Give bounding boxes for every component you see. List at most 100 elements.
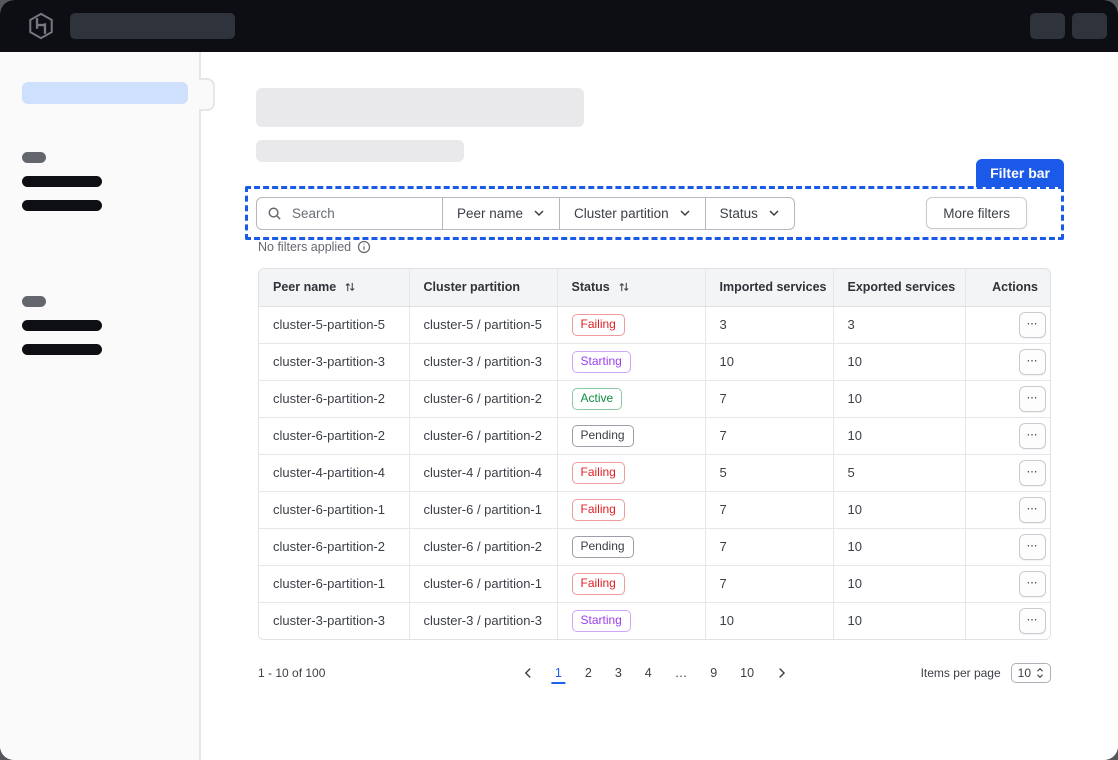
cell-cluster-partition: cluster-3 / partition-3: [409, 343, 557, 380]
filter-dropdown-status[interactable]: Status: [705, 198, 794, 229]
cell-imported-services: 7: [705, 491, 833, 528]
main-content: Filter bar Peer nameCluster partitionSta…: [201, 52, 1118, 760]
page-button-1[interactable]: 1: [551, 663, 566, 684]
ellipsis-icon: ⋯: [1027, 466, 1039, 478]
sidebar-item-placeholder[interactable]: [22, 344, 102, 355]
table-row: cluster-6-partition-1cluster-6 / partiti…: [259, 491, 1051, 528]
no-filters-text: No filters applied: [258, 240, 351, 254]
sidebar-section-label-placeholder: [22, 296, 46, 307]
cell-peer-name: cluster-5-partition-5: [259, 306, 409, 343]
sort-icon[interactable]: [344, 281, 356, 293]
column-header-peer-name[interactable]: Peer name: [259, 269, 409, 306]
filter-dropdown-peer-name[interactable]: Peer name: [442, 198, 559, 229]
cell-status: Pending: [557, 528, 705, 565]
top-nav-placeholder: [70, 13, 235, 39]
pagination-ellipsis: …: [671, 663, 692, 683]
page-button-3[interactable]: 3: [611, 663, 626, 683]
pagination-pages: 1234 … 9 10: [551, 663, 758, 684]
table-row: cluster-6-partition-2cluster-6 / partiti…: [259, 528, 1051, 565]
app-window: Filter bar Peer nameCluster partitionSta…: [0, 0, 1118, 760]
items-per-page-label: Items per page: [921, 666, 1001, 680]
page-button-10[interactable]: 10: [736, 663, 758, 683]
status-badge: Starting: [572, 610, 631, 632]
row-actions-button[interactable]: ⋯: [1019, 571, 1046, 597]
filter-bar-annotation-tag: Filter bar: [976, 159, 1064, 187]
cell-status: Active: [557, 380, 705, 417]
cell-imported-services: 7: [705, 417, 833, 454]
row-actions-button[interactable]: ⋯: [1019, 386, 1046, 412]
cell-status: Starting: [557, 343, 705, 380]
column-header-status[interactable]: Status: [557, 269, 705, 306]
cell-peer-name: cluster-6-partition-2: [259, 528, 409, 565]
cell-actions: ⋯: [965, 491, 1051, 528]
row-actions-button[interactable]: ⋯: [1019, 608, 1046, 634]
cell-status: Pending: [557, 417, 705, 454]
cell-actions: ⋯: [965, 306, 1051, 343]
page-button-4[interactable]: 4: [641, 663, 656, 683]
top-nav-bar: [0, 0, 1118, 52]
cell-exported-services: 10: [833, 528, 965, 565]
cell-status: Starting: [557, 602, 705, 639]
top-nav-action-placeholder: [1072, 13, 1107, 39]
sidebar-active-item-placeholder[interactable]: [22, 82, 188, 104]
ellipsis-icon: ⋯: [1027, 540, 1039, 552]
sidebar-item-placeholder[interactable]: [22, 320, 102, 331]
cell-cluster-partition: cluster-5 / partition-5: [409, 306, 557, 343]
table-header-row: Peer name Cluster partition: [259, 269, 1051, 306]
dropdown-label: Peer name: [457, 206, 523, 221]
row-actions-button[interactable]: ⋯: [1019, 423, 1046, 449]
search-field[interactable]: [257, 198, 442, 229]
cell-peer-name: cluster-6-partition-1: [259, 565, 409, 602]
row-actions-button[interactable]: ⋯: [1019, 497, 1046, 523]
sidebar-collapse-handle[interactable]: [199, 78, 215, 111]
cell-peer-name: cluster-4-partition-4: [259, 454, 409, 491]
chevron-down-icon: [533, 207, 545, 219]
cell-exported-services: 10: [833, 380, 965, 417]
cell-actions: ⋯: [965, 417, 1051, 454]
sidebar-item-placeholder[interactable]: [22, 176, 102, 187]
cell-actions: ⋯: [965, 343, 1051, 380]
sort-icon[interactable]: [618, 281, 630, 293]
cell-actions: ⋯: [965, 528, 1051, 565]
page-button-9[interactable]: 9: [706, 663, 721, 683]
cell-exported-services: 10: [833, 602, 965, 639]
cell-imported-services: 5: [705, 454, 833, 491]
cell-exported-services: 10: [833, 565, 965, 602]
row-actions-button[interactable]: ⋯: [1019, 534, 1046, 560]
row-actions-button[interactable]: ⋯: [1019, 312, 1046, 338]
cell-exported-services: 10: [833, 417, 965, 454]
info-icon[interactable]: [357, 240, 371, 254]
pagination-prev-button[interactable]: [521, 666, 535, 680]
cell-status: Failing: [557, 491, 705, 528]
cell-status: Failing: [557, 306, 705, 343]
cell-exported-services: 3: [833, 306, 965, 343]
ellipsis-icon: ⋯: [1027, 429, 1039, 441]
chevron-down-icon: [679, 207, 691, 219]
cell-imported-services: 7: [705, 565, 833, 602]
page-button-2[interactable]: 2: [581, 663, 596, 683]
cell-imported-services: 7: [705, 380, 833, 417]
cell-cluster-partition: cluster-3 / partition-3: [409, 602, 557, 639]
column-header-cluster-partition[interactable]: Cluster partition: [409, 269, 557, 306]
items-per-page-select[interactable]: 10: [1011, 663, 1051, 683]
cell-peer-name: cluster-3-partition-3: [259, 602, 409, 639]
table-row: cluster-3-partition-3cluster-3 / partiti…: [259, 343, 1051, 380]
cell-cluster-partition: cluster-4 / partition-4: [409, 454, 557, 491]
ellipsis-icon: ⋯: [1027, 355, 1039, 367]
column-header-exported-services[interactable]: Exported services: [833, 269, 965, 306]
more-filters-button[interactable]: More filters: [926, 197, 1027, 229]
pagination-next-button[interactable]: [774, 666, 788, 680]
cell-peer-name: cluster-6-partition-1: [259, 491, 409, 528]
cell-cluster-partition: cluster-6 / partition-2: [409, 380, 557, 417]
column-header-imported-services[interactable]: Imported services: [705, 269, 833, 306]
sidebar-item-placeholder[interactable]: [22, 200, 102, 211]
row-actions-button[interactable]: ⋯: [1019, 349, 1046, 375]
search-input[interactable]: [290, 205, 432, 222]
table-row: cluster-4-partition-4cluster-4 / partiti…: [259, 454, 1051, 491]
cell-cluster-partition: cluster-6 / partition-1: [409, 491, 557, 528]
filter-dropdown-cluster-partition[interactable]: Cluster partition: [559, 198, 705, 229]
sidebar-section-label-placeholder: [22, 152, 46, 163]
row-actions-button[interactable]: ⋯: [1019, 460, 1046, 486]
ellipsis-icon: ⋯: [1027, 392, 1039, 404]
status-badge: Pending: [572, 425, 634, 447]
